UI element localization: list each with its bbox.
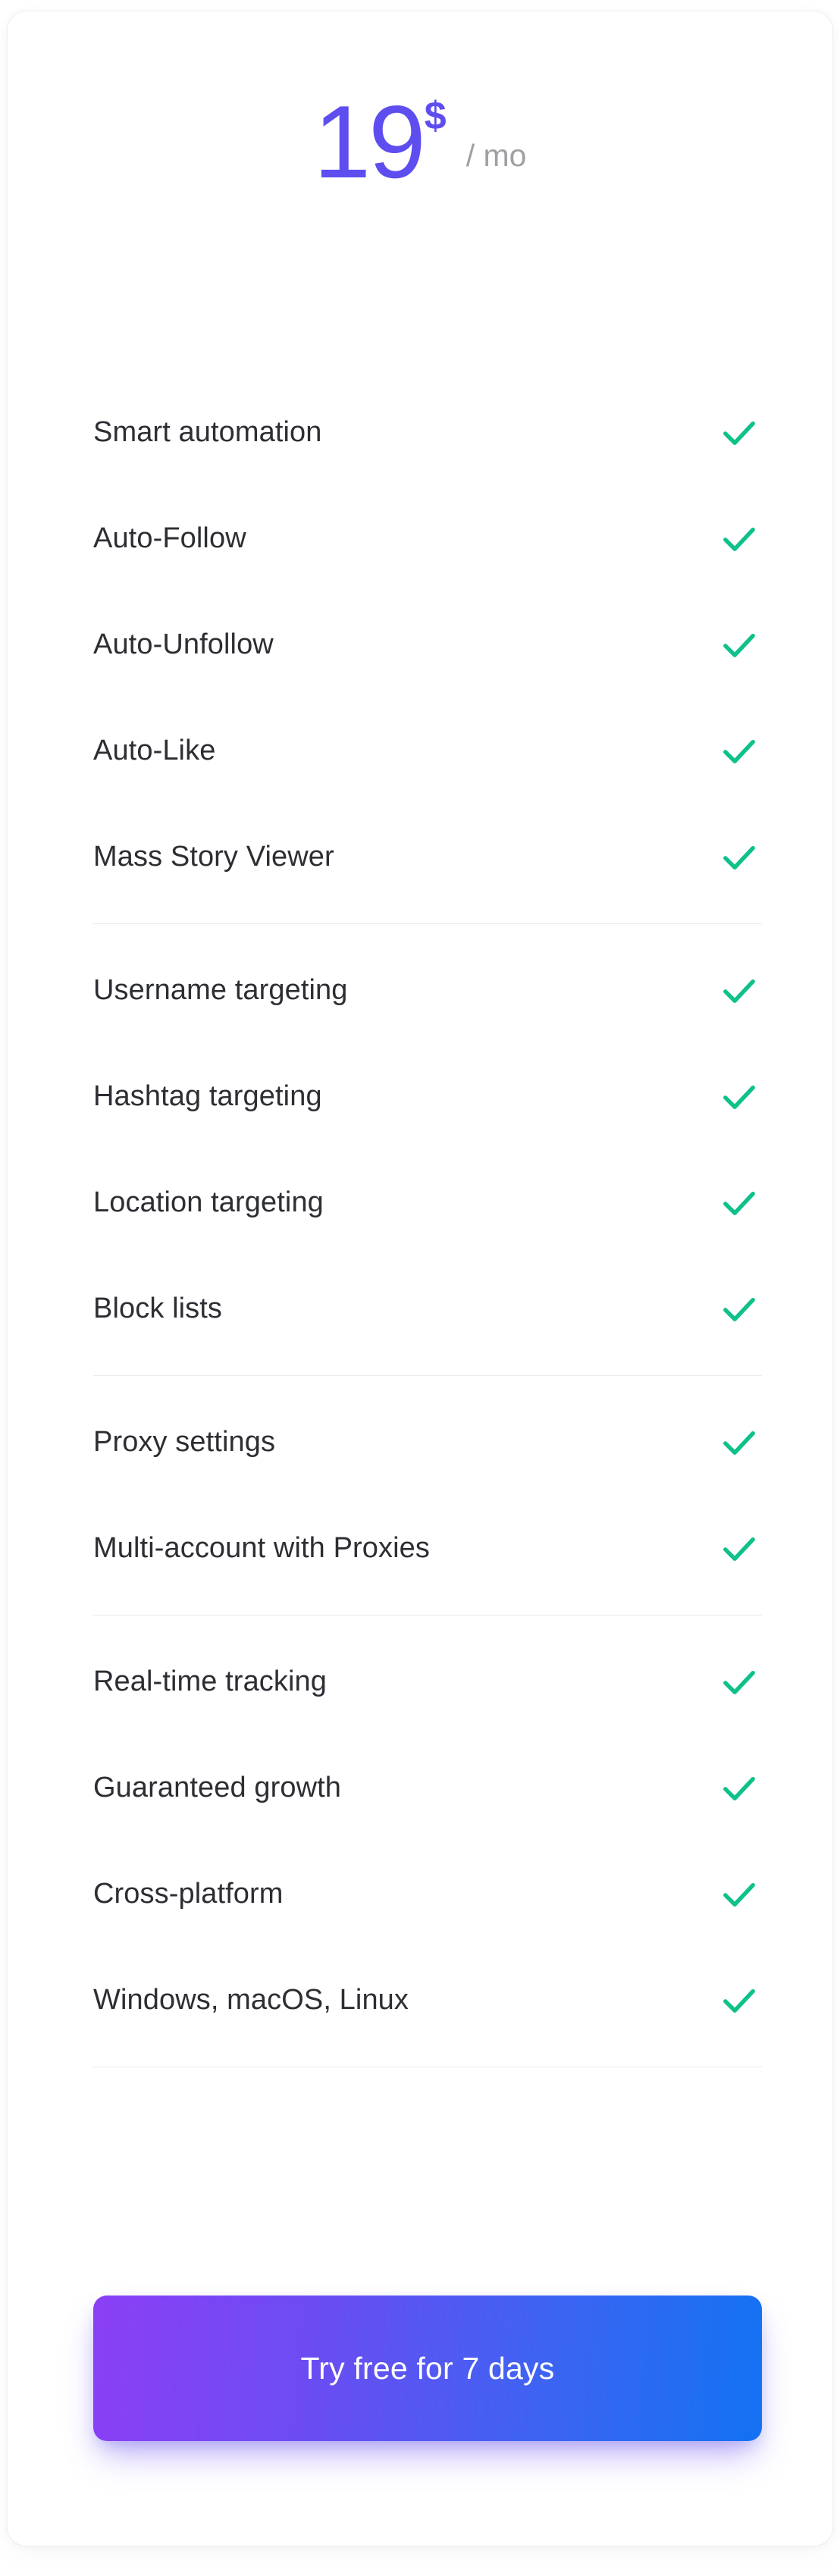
feature-label: Location targeting: [93, 1186, 324, 1219]
feature-list: Smart automation Auto-Follow Auto-Unfollow…: [93, 380, 762, 2081]
feature-group-targeting: Username targeting Hashtag targeting Locat…: [93, 938, 762, 1362]
cta-zone: Try free for 7 days: [93, 2296, 762, 2441]
feature-label: Auto-Unfollow: [93, 628, 274, 661]
price-amount-group: 19 $: [314, 90, 447, 193]
feature-row: Windows, macOS, Linux: [93, 1948, 762, 2054]
price-amount: 19: [313, 84, 426, 199]
check-icon: [723, 979, 755, 1003]
feature-row: Cross-platform: [93, 1841, 762, 1948]
pricing-page: 19 $ / mo Smart automation Auto-Follow Aut…: [0, 0, 840, 2576]
pricing-card: 19 $ / mo Smart automation Auto-Follow Aut…: [7, 11, 833, 2546]
check-icon: [723, 1670, 755, 1694]
feature-row: Location targeting: [93, 1150, 762, 1256]
feature-label: Guaranteed growth: [93, 1772, 342, 1804]
feature-label: Auto-Follow: [93, 522, 246, 555]
feature-label: Smart automation: [93, 416, 322, 449]
check-icon: [723, 633, 755, 657]
feature-label: Auto-Like: [93, 735, 216, 767]
feature-row: Guaranteed growth: [93, 1735, 762, 1841]
price-period: / mo: [465, 138, 527, 173]
check-icon: [723, 739, 755, 763]
feature-label: Multi-account with Proxies: [93, 1532, 430, 1565]
check-icon: [723, 1988, 755, 2013]
feature-group-divider: [93, 923, 762, 924]
feature-row: Multi-account with Proxies: [93, 1496, 762, 1602]
check-icon: [723, 1191, 755, 1215]
feature-label: Proxy settings: [93, 1426, 276, 1459]
feature-label: Hashtag targeting: [93, 1080, 322, 1113]
feature-row: Auto-Follow: [93, 486, 762, 592]
check-icon: [723, 527, 755, 551]
feature-row: Auto-Unfollow: [93, 592, 762, 698]
feature-label: Real-time tracking: [93, 1666, 328, 1698]
check-icon: [723, 1776, 755, 1800]
feature-row: Mass Story Viewer: [93, 804, 762, 910]
feature-group-automation: Smart automation Auto-Follow Auto-Unfollow…: [93, 380, 762, 910]
feature-label: Mass Story Viewer: [93, 841, 334, 873]
check-icon: [723, 845, 755, 870]
currency-symbol: $: [424, 94, 447, 138]
feature-label: Block lists: [93, 1293, 223, 1325]
check-icon: [723, 421, 755, 445]
check-icon: [723, 1085, 755, 1109]
check-icon: [723, 1297, 755, 1321]
feature-row: Auto-Like: [93, 698, 762, 804]
feature-group-divider: [93, 1375, 762, 1376]
try-free-button[interactable]: Try free for 7 days: [93, 2296, 762, 2441]
feature-label: Cross-platform: [93, 1878, 284, 1910]
feature-row: Proxy settings: [93, 1390, 762, 1496]
price-header: 19 $ / mo: [8, 90, 832, 193]
feature-row: Username targeting: [93, 938, 762, 1044]
check-icon: [723, 1882, 755, 1907]
feature-row: Block lists: [93, 1256, 762, 1362]
feature-label: Username targeting: [93, 974, 348, 1007]
feature-group-platform: Real-time tracking Guaranteed growth Cross…: [93, 1629, 762, 2054]
feature-group-proxies: Proxy settings Multi-account with Proxies: [93, 1390, 762, 1602]
check-icon: [723, 1431, 755, 1455]
feature-label: Windows, macOS, Linux: [93, 1984, 409, 2017]
feature-row: Smart automation: [93, 380, 762, 486]
check-icon: [723, 1537, 755, 1561]
feature-row: Hashtag targeting: [93, 1044, 762, 1150]
feature-row: Real-time tracking: [93, 1629, 762, 1735]
